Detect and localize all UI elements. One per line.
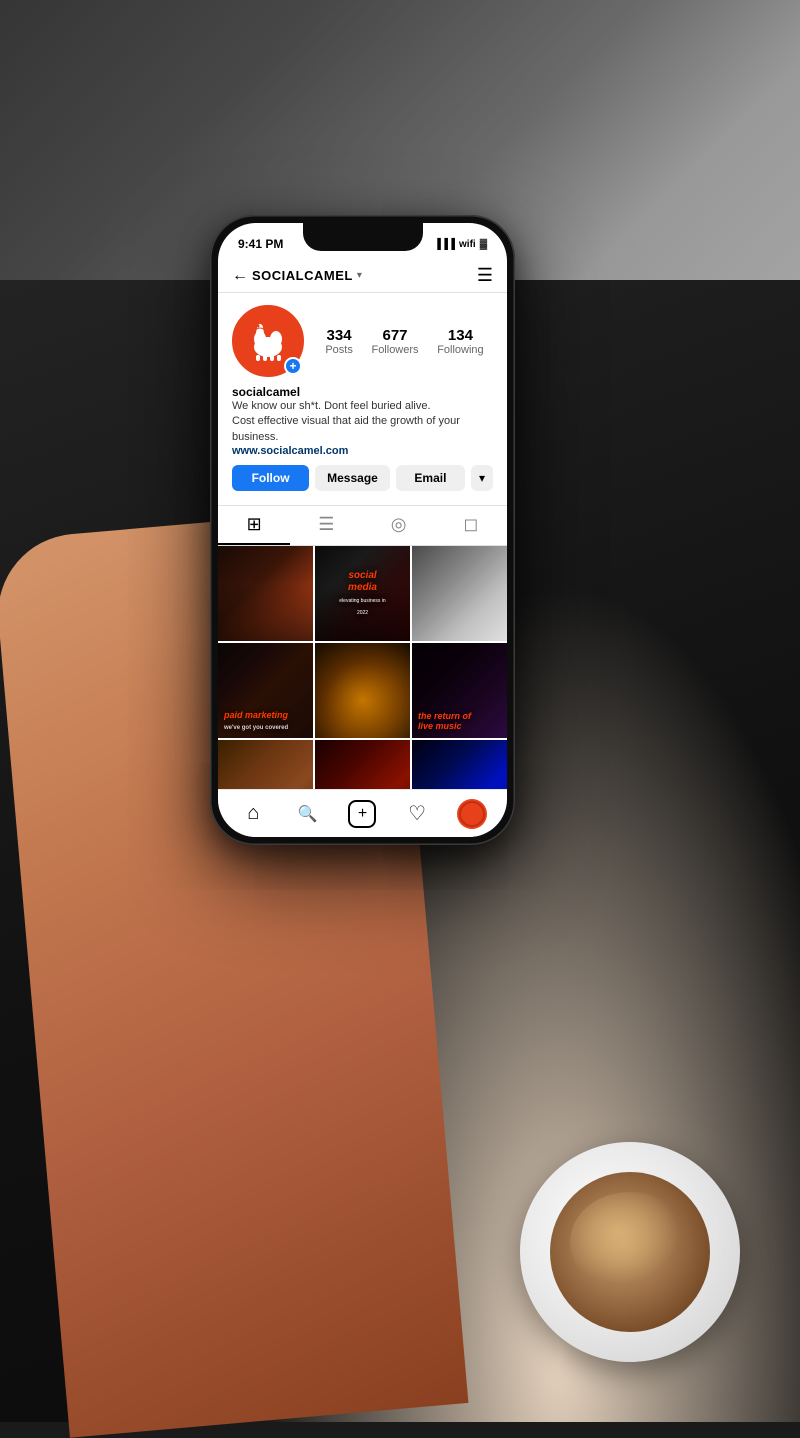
tab-tagged[interactable]: ◻ xyxy=(435,506,507,545)
camel-icon xyxy=(244,317,292,365)
post-1-bg xyxy=(218,546,313,641)
following-count: 134 xyxy=(437,327,483,344)
post-5[interactable] xyxy=(315,643,410,738)
avatar-wrapper[interactable]: + xyxy=(232,305,304,377)
post-3[interactable] xyxy=(412,546,507,641)
home-icon: ⌂ xyxy=(247,802,259,825)
phone-screen: 9:41 PM ▐▐▐ wifi ▓ ← SOCIALCAMEL ▾ ☰ xyxy=(218,223,507,837)
hamburger-menu-icon[interactable]: ☰ xyxy=(477,265,493,286)
list-tab-icon: ☰ xyxy=(318,514,334,535)
username-dropdown-icon[interactable]: ▾ xyxy=(357,270,362,281)
location-tab-icon: ◎ xyxy=(391,514,407,535)
profile-top: + 334 Posts 677 Followers 134 xyxy=(232,305,493,377)
post-4-overlay-text: paid marketingwe've got you covered xyxy=(224,710,288,732)
post-2-overlay-text: social mediaelevating business in 2022 xyxy=(339,570,387,618)
nav-add[interactable]: + xyxy=(342,794,382,834)
notch xyxy=(303,223,423,251)
post-2[interactable]: social mediaelevating business in 2022 xyxy=(315,546,410,641)
bio-section: socialcamel We know our sh*t. Dont feel … xyxy=(232,385,493,457)
nav-home[interactable]: ⌂ xyxy=(233,794,273,834)
wifi-icon: wifi xyxy=(459,239,476,250)
add-post-icon: + xyxy=(348,800,376,828)
post-6-overlay-text: the return oflive music xyxy=(418,711,471,733)
tagged-tab-icon: ◻ xyxy=(463,514,478,535)
following-label: Following xyxy=(437,344,483,356)
search-nav-icon: 🔍 xyxy=(298,804,318,824)
post-5-bg xyxy=(315,643,410,738)
nav-heart[interactable]: ♡ xyxy=(397,794,437,834)
stats-row: 334 Posts 677 Followers 134 Following xyxy=(316,327,493,356)
bio-line-1: We know our sh*t. Dont feel buried alive… xyxy=(232,399,493,414)
post-4[interactable]: paid marketingwe've got you covered xyxy=(218,643,313,738)
follow-button[interactable]: Follow xyxy=(232,465,309,491)
followers-label: Followers xyxy=(371,344,418,356)
coffee-cup xyxy=(520,1142,740,1362)
bio-link[interactable]: www.socialcamel.com xyxy=(232,445,493,457)
followers-stat: 677 Followers xyxy=(371,327,418,356)
phone: 9:41 PM ▐▐▐ wifi ▓ ← SOCIALCAMEL ▾ ☰ xyxy=(210,215,515,845)
phone-shell: 9:41 PM ▐▐▐ wifi ▓ ← SOCIALCAMEL ▾ ☰ xyxy=(210,215,515,845)
status-time: 9:41 PM xyxy=(238,237,283,251)
ig-header: ← SOCIALCAMEL ▾ ☰ xyxy=(218,259,507,293)
action-buttons: Follow Message Email ▾ xyxy=(232,465,493,491)
posts-label: Posts xyxy=(325,344,353,356)
message-button[interactable]: Message xyxy=(315,465,390,491)
nav-profile[interactable] xyxy=(452,794,492,834)
ig-header-left: ← SOCIALCAMEL ▾ xyxy=(232,267,362,285)
plus-badge[interactable]: + xyxy=(284,357,302,375)
profile-nav-avatar xyxy=(459,801,485,827)
post-6[interactable]: the return oflive music xyxy=(412,643,507,738)
tab-location[interactable]: ◎ xyxy=(363,506,435,545)
signal-icon: ▐▐▐ xyxy=(434,239,455,250)
posts-stat: 334 Posts xyxy=(325,327,353,356)
status-icons: ▐▐▐ wifi ▓ xyxy=(434,239,487,250)
bio-line-2: Cost effective visual that aid the growt… xyxy=(232,414,493,445)
battery-icon: ▓ xyxy=(480,239,487,250)
posts-count: 334 xyxy=(325,327,353,344)
tab-list[interactable]: ☰ xyxy=(290,506,362,545)
back-button[interactable]: ← xyxy=(232,267,248,285)
post-3-bg xyxy=(412,546,507,641)
followers-count: 677 xyxy=(371,327,418,344)
profile-section: + 334 Posts 677 Followers 134 xyxy=(218,293,507,499)
following-stat: 134 Following xyxy=(437,327,483,356)
email-button[interactable]: Email xyxy=(396,465,465,491)
post-1[interactable] xyxy=(218,546,313,641)
action-dropdown-button[interactable]: ▾ xyxy=(471,465,493,491)
bio-name: socialcamel xyxy=(232,385,493,399)
tab-grid[interactable]: ⊞ xyxy=(218,506,290,545)
profile-username: SOCIALCAMEL xyxy=(252,268,353,283)
grid-tab-icon: ⊞ xyxy=(247,514,262,535)
heart-nav-icon: ♡ xyxy=(408,801,426,826)
tab-bar: ⊞ ☰ ◎ ◻ xyxy=(218,505,507,546)
nav-search[interactable]: 🔍 xyxy=(288,794,328,834)
bottom-nav: ⌂ 🔍 + ♡ xyxy=(218,789,507,837)
